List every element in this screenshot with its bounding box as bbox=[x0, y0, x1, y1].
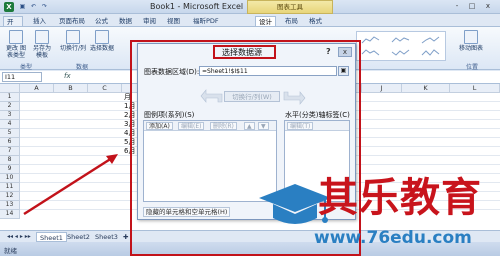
maximize-button[interactable]: □ bbox=[465, 2, 479, 12]
chart-style-1[interactable] bbox=[361, 35, 381, 45]
row-header[interactable]: 9 bbox=[0, 165, 20, 174]
col-header[interactable]: L bbox=[450, 84, 500, 93]
watermark-url: www.76edu.com bbox=[314, 228, 472, 248]
col-header[interactable]: B bbox=[54, 84, 88, 93]
fx-icon[interactable]: fx bbox=[64, 72, 71, 80]
change-chart-type-button[interactable]: 更改 图表类型 bbox=[4, 30, 28, 59]
row-header[interactable]: 7 bbox=[0, 147, 20, 156]
chart-style-5[interactable] bbox=[391, 48, 411, 58]
name-box[interactable]: I11 bbox=[2, 72, 42, 82]
chart-style-6[interactable] bbox=[421, 48, 441, 58]
select-all-corner[interactable] bbox=[0, 84, 20, 93]
col-header[interactable]: C bbox=[88, 84, 122, 93]
switch-icon bbox=[66, 30, 80, 44]
excel-icon[interactable]: X bbox=[4, 2, 14, 12]
tab-home[interactable]: 开始 bbox=[3, 16, 23, 36]
tab-design[interactable]: 设计 bbox=[255, 16, 276, 26]
tab-format[interactable]: 格式 bbox=[306, 16, 325, 26]
tab-insert[interactable]: 插入 bbox=[30, 16, 49, 26]
group-location-label: 位置 bbox=[466, 64, 479, 71]
chart-type-icon bbox=[9, 30, 23, 44]
row-header[interactable]: 6 bbox=[0, 138, 20, 147]
chart-tools-context-label: 图表工具 bbox=[247, 0, 333, 14]
row-header[interactable]: 1 bbox=[0, 93, 20, 102]
tab-page-layout[interactable]: 页面布局 bbox=[56, 16, 88, 26]
close-button[interactable]: x bbox=[481, 2, 495, 12]
move-chart-button[interactable]: 移动图表 bbox=[456, 30, 486, 52]
col-header[interactable]: K bbox=[402, 84, 450, 93]
status-ready: 就绪 bbox=[4, 247, 17, 255]
ribbon-tabs: 开始 插入 页面布局 公式 数据 审阅 视图 福昕PDF 设计 布局 格式 bbox=[0, 14, 500, 36]
row-header[interactable]: 5 bbox=[0, 129, 20, 138]
title-highlight-box bbox=[213, 45, 276, 59]
row-header[interactable]: 8 bbox=[0, 156, 20, 165]
col-header[interactable]: A bbox=[20, 84, 54, 93]
chart-style-2[interactable] bbox=[391, 35, 411, 45]
row-header[interactable]: 3 bbox=[0, 111, 20, 120]
row-header[interactable]: 10 bbox=[0, 174, 20, 183]
tab-formulas[interactable]: 公式 bbox=[92, 16, 111, 26]
redo-icon[interactable]: ↷ bbox=[40, 2, 49, 11]
col-header[interactable]: J bbox=[362, 84, 402, 93]
tab-view[interactable]: 视图 bbox=[164, 16, 183, 26]
group-type-label: 类型 bbox=[20, 64, 33, 71]
chart-style-3[interactable] bbox=[421, 35, 441, 45]
tab-foxit-pdf[interactable]: 福昕PDF bbox=[190, 16, 222, 26]
title-bar: X ▣ ↶ ↷ Book1 - Microsoft Excel 图表工具 - □… bbox=[0, 0, 500, 14]
sheet-tab-3[interactable]: Sheet3 bbox=[92, 232, 121, 242]
tab-data[interactable]: 数据 bbox=[116, 16, 135, 26]
chart-styles-gallery[interactable] bbox=[356, 31, 446, 61]
row-header[interactable]: 11 bbox=[0, 183, 20, 192]
sheet-tab-1[interactable]: Sheet1 bbox=[36, 232, 67, 242]
undo-icon[interactable]: ↶ bbox=[29, 2, 38, 11]
sheet-tab-2[interactable]: Sheet2 bbox=[64, 232, 93, 242]
tab-review[interactable]: 审阅 bbox=[140, 16, 159, 26]
window-title: Book1 - Microsoft Excel bbox=[150, 2, 244, 11]
row-header[interactable]: 13 bbox=[0, 201, 20, 210]
watermark-title: 其乐教育 bbox=[318, 175, 482, 221]
select-data-icon bbox=[95, 30, 109, 44]
save-as-template-button[interactable]: 另存为 模板 bbox=[30, 30, 54, 59]
move-chart-icon bbox=[464, 30, 478, 44]
row-header[interactable]: 12 bbox=[0, 192, 20, 201]
switch-row-col-ribbon-button[interactable]: 切换行/列 bbox=[58, 30, 88, 52]
select-data-button[interactable]: 选择数据 bbox=[88, 30, 116, 52]
row-header[interactable]: 14 bbox=[0, 210, 20, 219]
row-header[interactable]: 4 bbox=[0, 120, 20, 129]
group-data-label: 数据 bbox=[76, 64, 89, 71]
row-header[interactable]: 2 bbox=[0, 102, 20, 111]
template-icon bbox=[35, 30, 49, 44]
sheet-nav-arrows[interactable]: ◂◂ ◂ ▸ ▸▸ bbox=[4, 232, 34, 242]
tab-layout[interactable]: 布局 bbox=[282, 16, 301, 26]
chart-style-4[interactable] bbox=[361, 48, 381, 58]
save-icon[interactable]: ▣ bbox=[18, 2, 27, 11]
minimize-button[interactable]: - bbox=[450, 2, 464, 12]
pointer-arrow-icon bbox=[23, 154, 118, 216]
